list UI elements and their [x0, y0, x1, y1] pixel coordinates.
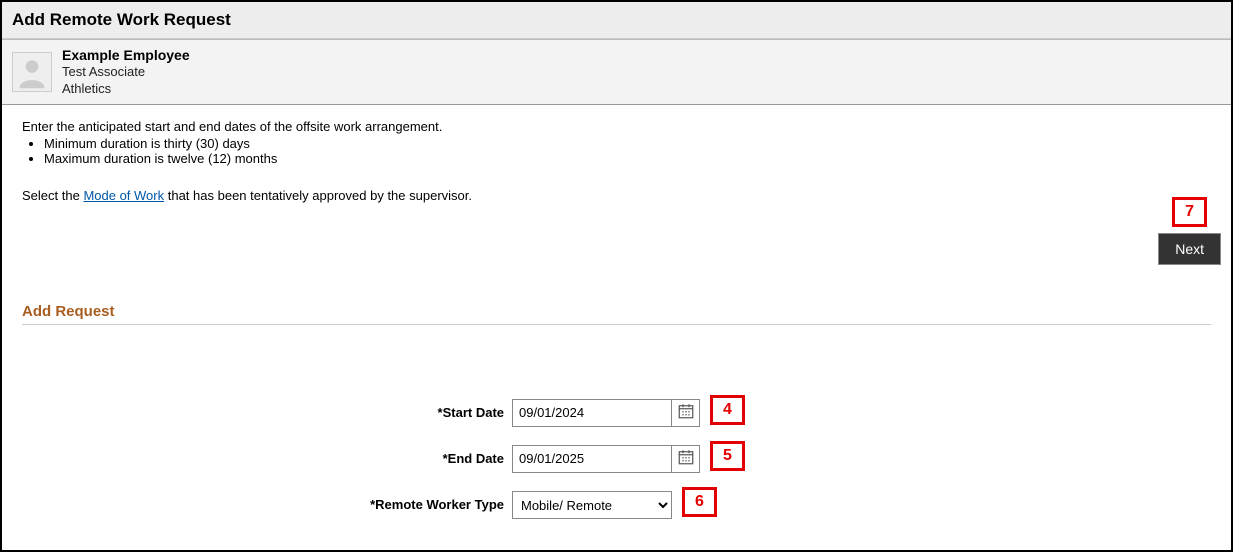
calendar-icon [677, 448, 695, 469]
worker-type-label: *Remote Worker Type [22, 497, 512, 512]
instructions-bullet: Minimum duration is thirty (30) days [44, 136, 1211, 151]
start-date-label: *Start Date [22, 405, 512, 420]
start-date-calendar-button[interactable] [672, 399, 700, 427]
instructions-block: Enter the anticipated start and end date… [22, 119, 1211, 166]
callout-6: 6 [682, 487, 717, 517]
end-date-label: *End Date [22, 451, 512, 466]
avatar [12, 52, 52, 92]
section-title: Add Request [22, 303, 1211, 325]
mode-of-work-text: Select the Mode of Work that has been te… [22, 188, 1211, 203]
employee-role: Test Associate [62, 64, 190, 81]
calendar-icon [677, 402, 695, 423]
callout-4: 4 [710, 395, 745, 425]
employee-banner: Example Employee Test Associate Athletic… [2, 39, 1231, 105]
end-date-calendar-button[interactable] [672, 445, 700, 473]
instructions-bullet: Maximum duration is twelve (12) months [44, 151, 1211, 166]
page-title: Add Remote Work Request [2, 2, 1231, 39]
callout-5: 5 [710, 441, 745, 471]
employee-name: Example Employee [62, 46, 190, 64]
mode-of-work-link[interactable]: Mode of Work [83, 188, 164, 203]
end-date-input[interactable] [512, 445, 672, 473]
callout-7: 7 [1172, 197, 1207, 227]
next-button[interactable]: Next [1158, 233, 1221, 265]
start-date-input[interactable] [512, 399, 672, 427]
mode-suffix: that has been tentatively approved by th… [164, 188, 472, 203]
worker-type-select[interactable]: Mobile/ Remote [512, 491, 672, 519]
instructions-intro: Enter the anticipated start and end date… [22, 119, 1211, 134]
mode-prefix: Select the [22, 188, 83, 203]
employee-department: Athletics [62, 81, 190, 98]
